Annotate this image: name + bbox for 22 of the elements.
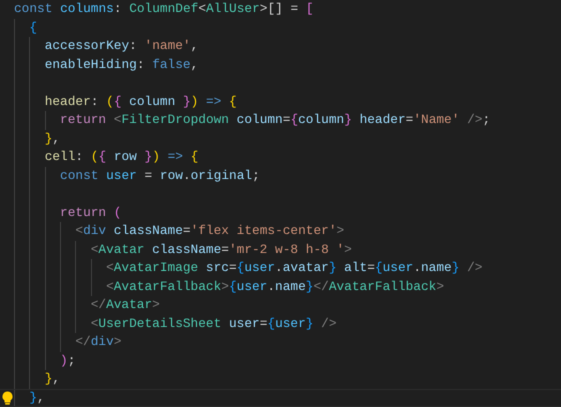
code-editor[interactable] <box>0 0 561 407</box>
code-line: cell: ({ row }) => { <box>44 148 198 166</box>
code-line: <UserDetailsSheet user={user} /> <box>90 314 337 332</box>
code-line: accessorKey: 'name', <box>44 37 198 55</box>
code-line: <Avatar className='mr-2 w-8 h-8 '> <box>90 240 352 258</box>
code-line: <AvatarImage src={user.avatar} alt={user.name} /> <box>106 259 482 277</box>
code-line: </div> <box>75 333 122 351</box>
code-line: <div className='flex items-center'> <box>75 222 344 240</box>
code-line: { <box>29 18 38 36</box>
code-line: </Avatar> <box>90 296 160 314</box>
code-line: }, <box>44 370 60 388</box>
code-line: enableHiding: false, <box>44 56 198 74</box>
code-line: }, <box>29 388 45 406</box>
code-line: }, <box>44 130 60 148</box>
code-line: ); <box>60 352 76 370</box>
code-line: return ( <box>60 204 122 222</box>
code-line: const user = row.original; <box>60 166 260 184</box>
lightbulb-icon[interactable] <box>2 390 12 405</box>
code-line: <AvatarFallback>{user.name}</AvatarFallback> <box>106 278 444 296</box>
code-line: return <FilterDropdown column={column} header='Name' />; <box>60 111 490 129</box>
code-line: header: ({ column }) => { <box>44 92 237 110</box>
code-line: const columns: ColumnDef<AllUser>[] = [ <box>14 0 314 18</box>
